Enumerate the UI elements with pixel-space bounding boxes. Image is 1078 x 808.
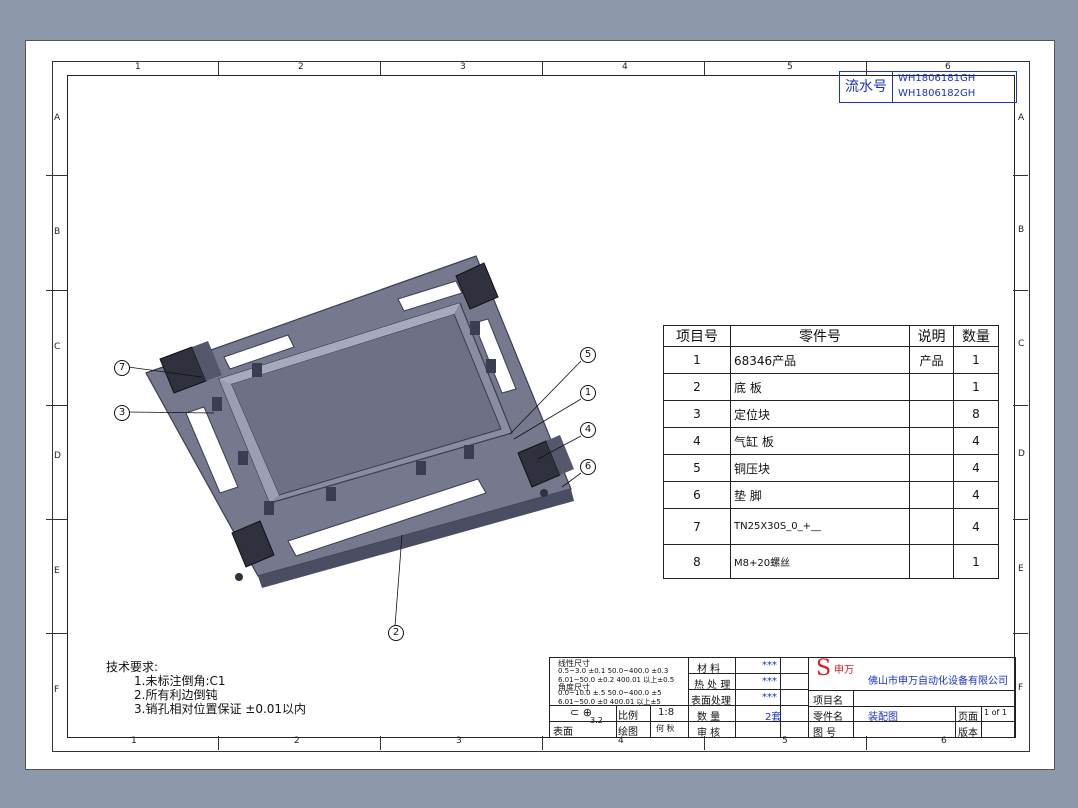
drawing-sheet: 1 2 3 4 5 6 1 2 3 4 5 6 A B C D E F A B … bbox=[25, 40, 1055, 770]
bom-header-quantity: 数量 bbox=[953, 325, 999, 347]
bom-part-name: 垫 脚 bbox=[730, 481, 910, 509]
page-label: 页面 bbox=[958, 712, 978, 723]
callout-3[interactable]: 3 bbox=[114, 405, 130, 421]
bom-row: 4 气缸 板 4 bbox=[663, 427, 999, 455]
heat-treatment-label: 热 处 理 bbox=[694, 680, 731, 691]
tech-title: 技术要求: bbox=[106, 660, 159, 674]
bom-quantity: 4 bbox=[953, 427, 999, 455]
bom-quantity: 4 bbox=[953, 454, 999, 482]
callout-5[interactable]: 5 bbox=[580, 347, 596, 363]
bom-part-name: 68346产品 bbox=[730, 346, 910, 374]
tech-line: 3.销孔相对位置保证 ±0.01以内 bbox=[134, 702, 307, 716]
bom-item-no: 3 bbox=[663, 400, 731, 428]
material-label: 材 料 bbox=[697, 664, 721, 675]
scale-label: 比例 bbox=[618, 711, 638, 722]
bom-item-no: 8 bbox=[663, 544, 731, 579]
bom-item-no: 7 bbox=[663, 508, 731, 545]
part-name-label: 零件名 bbox=[813, 712, 843, 723]
company-logo: S bbox=[816, 656, 832, 681]
bom-row: 6 垫 脚 4 bbox=[663, 481, 999, 509]
tolerance-angle-row: 0.0~10.0 ±.5 50.0~400.0 ±5 bbox=[558, 689, 662, 697]
bom-description: 产品 bbox=[909, 346, 954, 374]
company-short-name: 申万 bbox=[834, 665, 854, 676]
bom-table: 项目号 零件号 说明 数量 1 68346产品 产品 1 2 底 板 1 3 定… bbox=[663, 325, 999, 579]
project-name-label: 项目名 bbox=[813, 696, 843, 707]
bom-description bbox=[909, 373, 954, 401]
bom-description bbox=[909, 544, 954, 579]
drawn-value: 何 秋 bbox=[656, 724, 675, 733]
callout-2[interactable]: 2 bbox=[388, 625, 404, 641]
heat-treatment-value: *** bbox=[762, 676, 777, 687]
bom-part-name: 铜压块 bbox=[730, 454, 910, 482]
bom-description bbox=[909, 400, 954, 428]
quantity-value: 2套 bbox=[765, 712, 782, 723]
title-block: 线性尺寸 0.5~3.0 ±0.1 50.0~400.0 ±0.3 6.01~5… bbox=[549, 656, 1016, 739]
surface-label: 表面 bbox=[553, 727, 573, 738]
bom-part-name: M8+20螺丝 bbox=[730, 544, 910, 579]
page-value: 1 of 1 bbox=[984, 708, 1007, 717]
bom-quantity: 4 bbox=[953, 508, 999, 545]
bom-description bbox=[909, 508, 954, 545]
bom-row: 7 TN25X30S_0_+__ 4 bbox=[663, 508, 999, 545]
bom-header-row: 项目号 零件号 说明 数量 bbox=[663, 325, 999, 347]
material-value: *** bbox=[762, 660, 777, 671]
drawing-number-label: 图 号 bbox=[813, 728, 837, 739]
bom-item-no: 4 bbox=[663, 427, 731, 455]
bom-part-name: TN25X30S_0_+__ bbox=[730, 508, 910, 545]
tech-line: 2.所有利边倒钝 bbox=[134, 688, 218, 702]
bom-quantity: 1 bbox=[953, 544, 999, 579]
company-name: 佛山市申万自动化设备有限公司 bbox=[868, 676, 1008, 687]
bom-item-no: 6 bbox=[663, 481, 731, 509]
callout-7[interactable]: 7 bbox=[114, 360, 130, 376]
tolerance-linear-row: 0.5~3.0 ±0.1 50.0~400.0 ±0.3 bbox=[558, 667, 669, 675]
bom-quantity: 4 bbox=[953, 481, 999, 509]
callout-6[interactable]: 6 bbox=[580, 459, 596, 475]
callout-1[interactable]: 1 bbox=[580, 385, 596, 401]
bom-item-no: 5 bbox=[663, 454, 731, 482]
version-label: 版本 bbox=[958, 728, 978, 739]
bom-description bbox=[909, 481, 954, 509]
check-label: 审 核 bbox=[697, 728, 721, 739]
quantity-label: 数 量 bbox=[697, 712, 721, 723]
part-name-value: 装配图 bbox=[868, 712, 898, 723]
bom-header-description: 说明 bbox=[909, 325, 954, 347]
bom-row: 8 M8+20螺丝 1 bbox=[663, 544, 999, 579]
bom-part-name: 底 板 bbox=[730, 373, 910, 401]
bom-header-part-no: 零件号 bbox=[730, 325, 910, 347]
bom-part-name: 气缸 板 bbox=[730, 427, 910, 455]
scale-value: 1:8 bbox=[658, 707, 675, 718]
bom-row: 5 铜压块 4 bbox=[663, 454, 999, 482]
projection-icon: ⊂ ⊕ bbox=[570, 706, 592, 719]
bom-quantity: 8 bbox=[953, 400, 999, 428]
bom-row: 3 定位块 8 bbox=[663, 400, 999, 428]
bom-description bbox=[909, 427, 954, 455]
callout-4[interactable]: 4 bbox=[580, 422, 596, 438]
bom-item-no: 2 bbox=[663, 373, 731, 401]
bom-row: 2 底 板 1 bbox=[663, 373, 999, 401]
surface-treatment-label: 表面处理 bbox=[691, 696, 731, 707]
bom-row: 1 68346产品 产品 1 bbox=[663, 346, 999, 374]
bom-item-no: 1 bbox=[663, 346, 731, 374]
bom-description bbox=[909, 454, 954, 482]
bom-quantity: 1 bbox=[953, 346, 999, 374]
bom-header-item-no: 项目号 bbox=[663, 325, 731, 347]
tech-line: 1.未标注倒角:C1 bbox=[134, 674, 226, 688]
drawn-label: 绘图 bbox=[618, 727, 638, 738]
bom-part-name: 定位块 bbox=[730, 400, 910, 428]
bom-quantity: 1 bbox=[953, 373, 999, 401]
technical-requirements: 技术要求: 1.未标注倒角:C1 2.所有利边倒钝 3.销孔相对位置保证 ±0.… bbox=[106, 660, 306, 716]
surface-treatment-value: *** bbox=[762, 692, 777, 703]
